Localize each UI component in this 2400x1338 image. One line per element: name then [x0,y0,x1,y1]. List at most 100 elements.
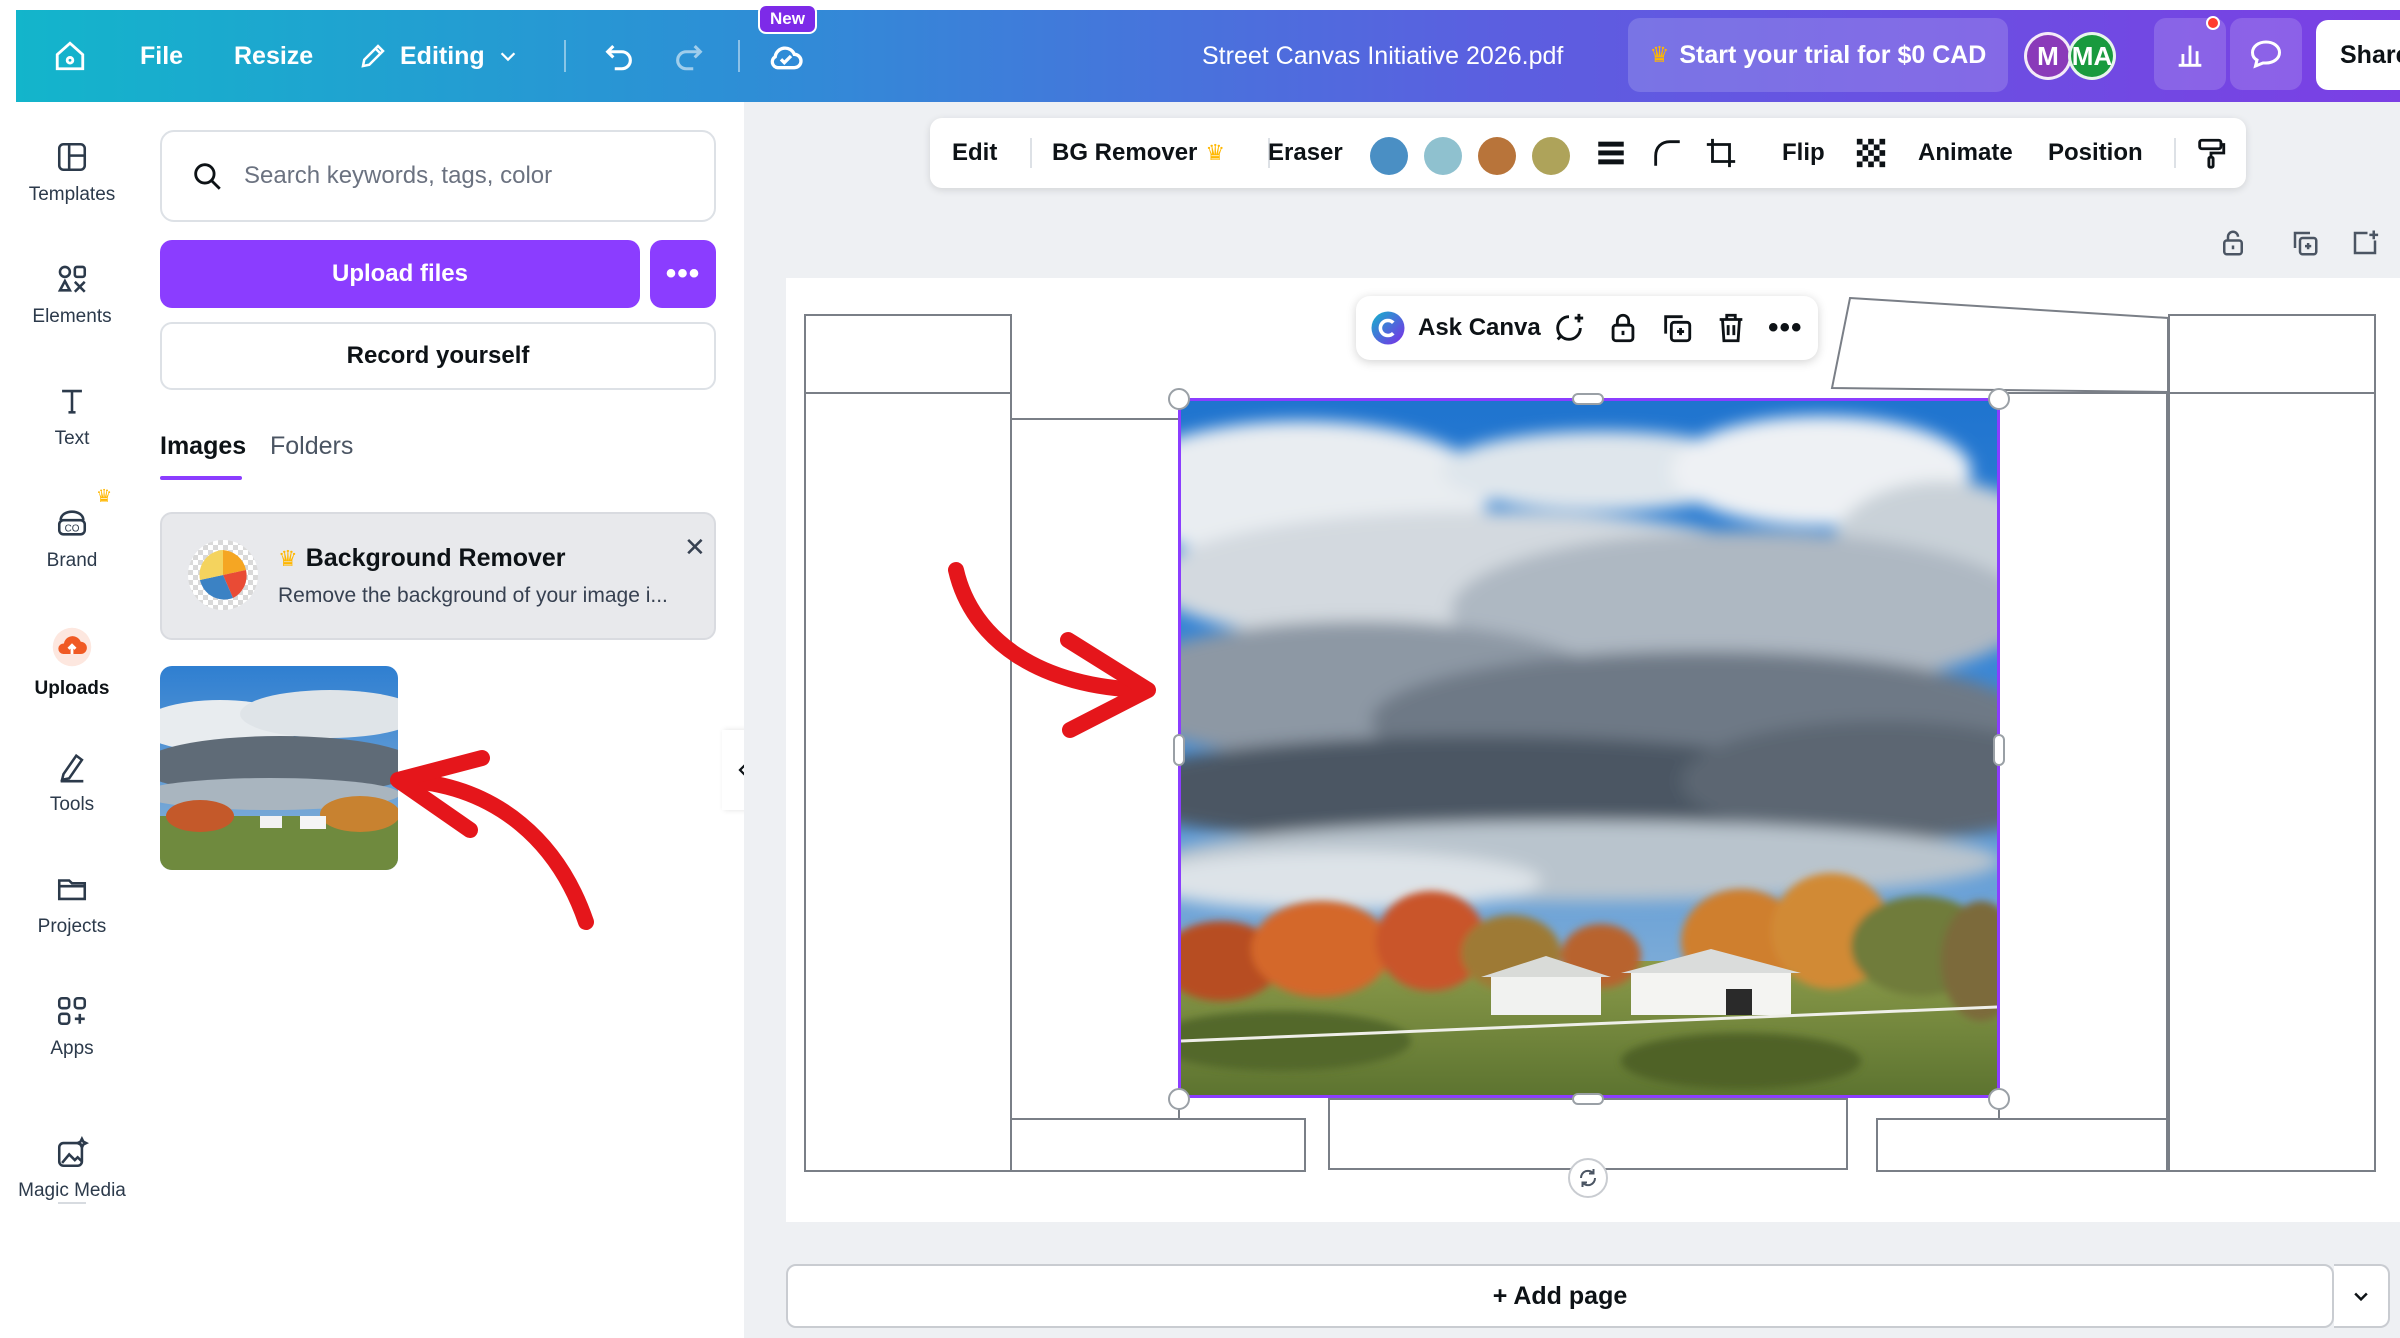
rail-item-brand[interactable]: CO Brand [0,506,144,572]
rail-item-magic-media[interactable]: Magic Media [0,1136,144,1202]
copy-style-button[interactable] [2194,118,2228,188]
lock-icon [1611,313,1635,343]
layout-box[interactable] [1010,418,1180,1120]
edit-button[interactable]: Edit [952,118,997,188]
crop-icon [1706,138,1736,168]
border-style-icon [1598,141,1624,165]
upload-files-button[interactable]: Upload files [160,240,640,308]
record-yourself-button[interactable]: Record yourself [160,322,716,390]
color-swatch[interactable] [1424,137,1462,175]
layout-box[interactable] [804,314,1012,394]
background-remover-promo[interactable]: ♛ Background Remover Remove the backgrou… [160,512,716,640]
rail-item-label: Apps [50,1038,94,1059]
bg-remover-button[interactable]: BG Remover ♛ [1052,118,1225,188]
search-input[interactable]: Search keywords, tags, color [160,130,716,222]
layout-box[interactable] [2168,314,2376,394]
resize-handle[interactable] [1993,734,2005,766]
add-page-button[interactable]: + Add page [786,1264,2334,1328]
uploaded-image-thumbnail[interactable] [160,666,398,870]
animate-button[interactable]: Animate [1918,118,2013,188]
corner-rounding-button[interactable] [1650,118,1684,188]
color-swatch[interactable] [1532,137,1570,175]
crown-icon: ♛ [278,545,298,571]
search-icon [194,163,221,190]
apps-icon [57,996,87,1026]
resize-handle[interactable] [1988,1088,2010,1110]
more-icon: ••• [665,257,701,290]
duplicate-page-button[interactable] [2290,228,2320,258]
file-menu[interactable]: File [140,10,183,102]
document-title[interactable]: Street Canvas Initiative 2026.pdf [1202,10,1563,102]
upload-options-button[interactable]: ••• [650,240,716,308]
delete-element-button[interactable] [1714,296,1748,360]
crown-icon: ♛ [1649,42,1670,67]
layout-box[interactable] [1010,1118,1306,1172]
share-button[interactable]: Share [2316,20,2400,90]
selected-image[interactable] [1178,398,2000,1098]
eraser-button[interactable]: Eraser [1268,118,1343,188]
resize-handle[interactable] [1173,734,1185,766]
lock-element-button[interactable] [1606,296,1640,360]
divider [738,40,740,72]
edit-label: Edit [952,139,998,166]
resize-menu-label: Resize [234,41,314,70]
ask-canva-button[interactable]: Ask Canva [1370,296,1541,360]
undo-button[interactable] [602,10,636,102]
resize-handle[interactable] [1168,388,1190,410]
rotate-handle[interactable] [1568,1158,1608,1198]
color-swatch[interactable] [1478,137,1516,175]
add-page-icon-button[interactable] [2350,228,2380,258]
crown-icon: ♛ [96,486,113,506]
tab-folders[interactable]: Folders [270,432,353,461]
editing-mode-dropdown[interactable]: Editing [358,10,519,102]
collaborator-avatars[interactable]: M MA [2024,32,2116,80]
flip-button[interactable]: Flip [1782,118,1825,188]
layout-box[interactable] [1998,392,2168,1120]
comments-button[interactable] [2230,18,2302,90]
rail-item-text[interactable]: Text [0,384,144,450]
redo-button[interactable] [672,10,706,102]
crop-button[interactable] [1704,118,1738,188]
resize-handle[interactable] [1988,388,2010,410]
rail-item-label: Projects [37,916,107,937]
promo-description: Remove the background of your image i... [278,584,668,607]
tab-images[interactable]: Images [160,432,246,480]
duplicate-element-button[interactable] [1660,296,1694,360]
avatar[interactable]: M [2024,32,2072,80]
slanted-layout-box[interactable] [1830,296,2180,396]
resize-menu[interactable]: Resize [234,10,313,102]
layout-box[interactable] [2168,392,2376,1172]
home-button[interactable] [48,10,92,102]
add-comment-button[interactable] [1552,296,1586,360]
border-style-button[interactable] [1594,118,1628,188]
rail-item-apps[interactable]: Apps [0,994,144,1060]
uploads-panel: Search keywords, tags, color Upload file… [144,102,744,1338]
elements-icon [57,265,87,293]
more-options-button[interactable]: ••• [1768,296,1803,360]
uploads-icon [52,627,92,667]
color-swatch[interactable] [1370,137,1408,175]
resize-handle[interactable] [1572,393,1604,405]
promo-title-text: Background Remover [305,544,566,572]
divider [58,1202,86,1204]
transparency-button[interactable] [1854,118,1888,188]
add-page-options-button[interactable] [2334,1264,2390,1328]
resize-handle[interactable] [1572,1093,1604,1105]
avatar[interactable]: MA [2068,32,2116,80]
layout-box[interactable] [1876,1118,2168,1172]
duplicate-icon [1664,315,1692,343]
rail-item-tools[interactable]: Tools [0,750,144,816]
close-icon[interactable]: ✕ [684,532,706,563]
lock-page-button[interactable] [2218,228,2248,258]
layout-box[interactable] [804,392,1012,1172]
rail-item-projects[interactable]: Projects [0,872,144,938]
rail-item-uploads[interactable]: Uploads [0,626,144,700]
resize-handle[interactable] [1168,1088,1190,1110]
rail-item-elements[interactable]: Elements [0,262,144,328]
transparency-icon [1856,138,1886,168]
more-icon: ••• [1768,311,1803,344]
start-trial-button[interactable]: ♛ Start your trial for $0 CAD [1628,18,2008,92]
rail-item-templates[interactable]: Templates [0,140,144,206]
svg-text:CO: CO [65,524,80,535]
position-button[interactable]: Position [2048,118,2143,188]
